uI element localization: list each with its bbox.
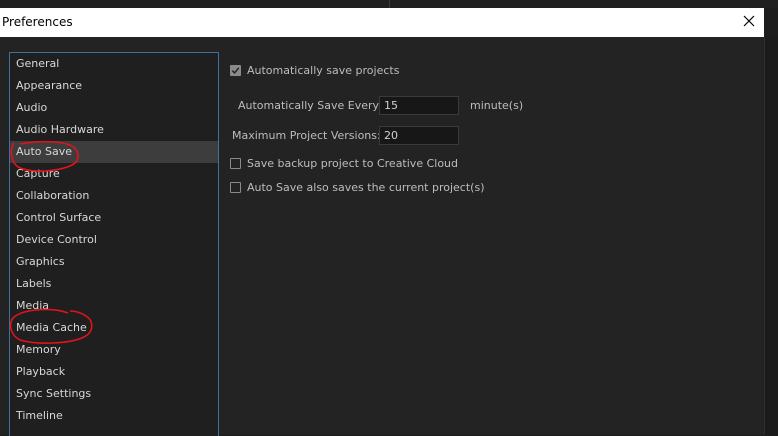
- sidebar-item-audio[interactable]: Audio: [10, 97, 218, 119]
- edge-line: [764, 37, 765, 435]
- max-versions-input[interactable]: [379, 126, 459, 145]
- preferences-dialog: Preferences General Appearance Audio Aud…: [0, 8, 764, 436]
- save-current-label: Auto Save also saves the current project…: [247, 180, 485, 194]
- auto-save-row: Automatically save projects: [230, 60, 399, 80]
- sidebar-item-control-surface[interactable]: Control Surface: [10, 207, 218, 229]
- sidebar-item-appearance[interactable]: Appearance: [10, 75, 218, 97]
- sidebar-item-collaboration[interactable]: Collaboration: [10, 185, 218, 207]
- sidebar-item-timeline[interactable]: Timeline: [10, 405, 218, 427]
- sidebar-item-capture[interactable]: Capture: [10, 163, 218, 185]
- background-edge: [764, 37, 778, 435]
- sidebar-item-auto-save[interactable]: Auto Save: [10, 141, 218, 163]
- save-current-row: Auto Save also saves the current project…: [230, 177, 484, 197]
- sidebar-item-sync-settings[interactable]: Sync Settings: [10, 383, 218, 405]
- backup-cloud-checkbox[interactable]: [230, 157, 241, 169]
- sidebar-item-general[interactable]: General: [10, 53, 218, 75]
- sidebar-item-audio-hardware[interactable]: Audio Hardware: [10, 119, 218, 141]
- sidebar-item-memory[interactable]: Memory: [10, 339, 218, 361]
- save-current-checkbox[interactable]: [230, 181, 241, 193]
- backup-cloud-label: Save backup project to Creative Cloud: [247, 156, 458, 170]
- category-list[interactable]: General Appearance Audio Audio Hardware …: [9, 52, 219, 436]
- save-every-label: Automatically Save Every:: [238, 99, 382, 112]
- save-every-unit: minute(s): [470, 99, 524, 112]
- sidebar-item-playback[interactable]: Playback: [10, 361, 218, 383]
- background-strip: [0, 0, 778, 8]
- sidebar-item-device-control[interactable]: Device Control: [10, 229, 218, 251]
- title-bar: Preferences: [0, 8, 764, 37]
- checkmark-icon: [231, 66, 240, 74]
- auto-save-label: Automatically save projects: [247, 63, 400, 77]
- max-versions-label: Maximum Project Versions:: [232, 129, 381, 142]
- sidebar-item-media-cache[interactable]: Media Cache: [10, 317, 218, 339]
- backup-cloud-row: Save backup project to Creative Cloud: [230, 153, 458, 173]
- background-divider: [389, 0, 390, 8]
- auto-save-checkbox[interactable]: [230, 64, 241, 76]
- auto-save-panel: Automatically save projects Automaticall…: [230, 60, 750, 260]
- window-title: Preferences: [2, 15, 73, 29]
- close-icon: [743, 15, 755, 27]
- save-every-input[interactable]: [379, 96, 459, 115]
- sidebar-item-graphics[interactable]: Graphics: [10, 251, 218, 273]
- sidebar-item-labels[interactable]: Labels: [10, 273, 218, 295]
- close-button[interactable]: [741, 13, 757, 29]
- sidebar-item-media[interactable]: Media: [10, 295, 218, 317]
